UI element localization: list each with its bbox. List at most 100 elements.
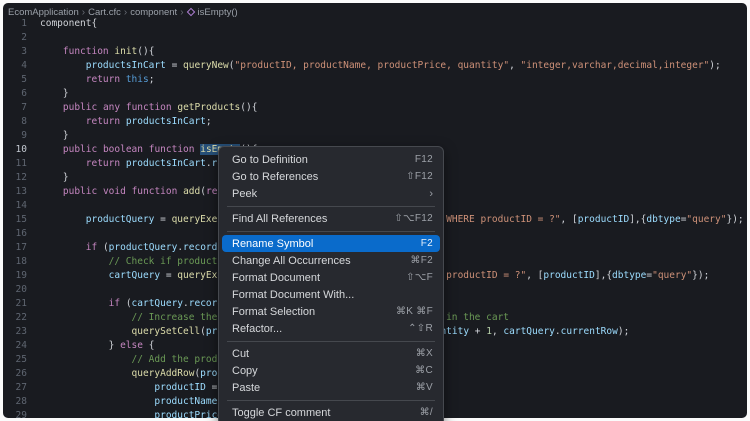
code-token: productsInCart [126,116,206,127]
code-token: = [160,270,177,281]
menu-shortcut: F12 [415,154,433,165]
code-token: return [86,116,120,127]
context-menu: Go to DefinitionF12Go to References⇧F12P… [218,146,444,421]
code-token: dbtype [612,270,646,281]
code-token [40,396,154,407]
code-line[interactable]: 8 return productsInCart; [3,115,747,129]
menu-item-label: Rename Symbol [232,238,313,250]
code-token: } [40,130,69,141]
menu-shortcut: ⌘/ [420,407,433,418]
code-token: ( [97,242,108,253]
code-line[interactable]: 9 } [3,129,747,143]
code-token: productID [154,382,205,393]
code-token: public [63,102,97,113]
code-token: dbtype [646,214,680,225]
breadcrumb-separator: › [124,7,127,18]
menu-item-format-document[interactable]: Format Document⇧⌥F [222,269,440,286]
menu-item-go-to-references[interactable]: Go to References⇧F12 [222,168,440,185]
screenshot-frame: EcomApplication›Cart.cfc›component›isEmp… [0,0,750,421]
menu-item-peek[interactable]: Peek› [222,185,440,202]
line-number: 3 [3,45,27,59]
code-token: productQuery [109,242,178,253]
code-token: "integer,varchar,decimal,integer" [521,60,710,71]
code-token: return [86,74,120,85]
code-token: function [132,186,178,197]
code-token: public [63,186,97,197]
line-number: 11 [3,157,27,171]
code-token: , [492,326,503,337]
code-token: } [40,340,120,351]
line-number: 29 [3,409,27,418]
menu-item-label: Refactor... [232,323,282,335]
code-token: querySetCell [132,326,201,337]
code-line[interactable]: 7 public any function getProducts(){ [3,101,747,115]
code-token [40,74,86,85]
code-token: function [126,102,172,113]
code-token: (){ [137,46,154,57]
code-token: productPrice [154,410,223,418]
line-number: 6 [3,87,27,101]
menu-item-copy[interactable]: Copy⌘C [222,362,440,379]
code-line-text: } [40,171,69,185]
breadcrumb-item-cart-cfc[interactable]: Cart.cfc [88,7,121,18]
code-token: if [109,298,120,309]
menu-item-format-document-with[interactable]: Format Document With... [222,286,440,303]
menu-item-change-all-occurrences[interactable]: Change All Occurrences ⌘F2 [222,252,440,269]
code-line[interactable]: 3 function init(){ [3,45,747,59]
menu-item-label: Format Document [232,272,320,284]
code-token: productQuery [86,214,155,225]
menu-separator [227,341,435,342]
code-line[interactable]: 1component{ [3,17,747,31]
menu-item-format-selection[interactable]: Format Selection⌘K ⌘F [222,303,440,320]
line-number: 20 [3,283,27,297]
code-token: currentRow [561,326,618,337]
menu-shortcut: F2 [421,238,433,249]
code-token: return [86,158,120,169]
code-line-text: public any function getProducts(){ [40,101,257,115]
menu-item-paste[interactable]: Paste⌘V [222,379,440,396]
code-token: component{ [40,18,97,29]
menu-shortcut: ⌃⇧R [408,323,433,334]
breadcrumb-item-ecomapplication[interactable]: EcomApplication [8,7,79,18]
line-number: 17 [3,241,27,255]
code-token: (){ [240,102,257,113]
code-token: productID [543,270,594,281]
code-token: public [63,144,97,155]
code-token [40,256,109,267]
menu-item-refactor[interactable]: Refactor... ⌃⇧R [222,320,440,337]
menu-item-label: Change All Occurrences [232,255,351,267]
code-line[interactable]: 5 return this; [3,73,747,87]
menu-item-toggle-cf-comment[interactable]: Toggle CF comment ⌘/ [222,404,440,421]
menu-item-cut[interactable]: Cut⌘X [222,345,440,362]
line-number: 26 [3,367,27,381]
code-line[interactable]: 2 [3,31,747,45]
line-number: 21 [3,297,27,311]
code-token: init [114,46,137,57]
line-number: 24 [3,339,27,353]
code-token: function [149,144,195,155]
code-token [40,270,109,281]
code-token: void [103,186,126,197]
code-token: cartQuery [109,270,160,281]
line-number: 13 [3,185,27,199]
breadcrumb-item-isempty[interactable]: isEmpty() [198,7,238,18]
line-number: 10 [3,143,27,157]
menu-item-label: Toggle CF comment [232,407,330,419]
code-token [40,312,132,323]
line-number: 9 [3,129,27,143]
menu-shortcut: ⌘F2 [410,255,433,266]
code-token [40,60,86,71]
code-line[interactable]: 4 productsInCart = queryNew("productID, … [3,59,747,73]
breadcrumb-item-component[interactable]: component [130,7,177,18]
menu-item-find-all-references[interactable]: Find All References⇧⌥F12 [222,210,440,227]
code-line[interactable]: 6 } [3,87,747,101]
menu-separator [227,206,435,207]
method-icon [186,8,194,16]
code-token: }); [692,270,709,281]
code-token: cartQuery [132,298,183,309]
code-line-text: return this; [40,73,154,87]
code-token: + [469,326,486,337]
menu-item-label: Copy [232,365,258,377]
menu-item-go-to-definition[interactable]: Go to DefinitionF12 [222,151,440,168]
menu-item-rename-symbol[interactable]: Rename Symbol F2 [222,235,440,252]
